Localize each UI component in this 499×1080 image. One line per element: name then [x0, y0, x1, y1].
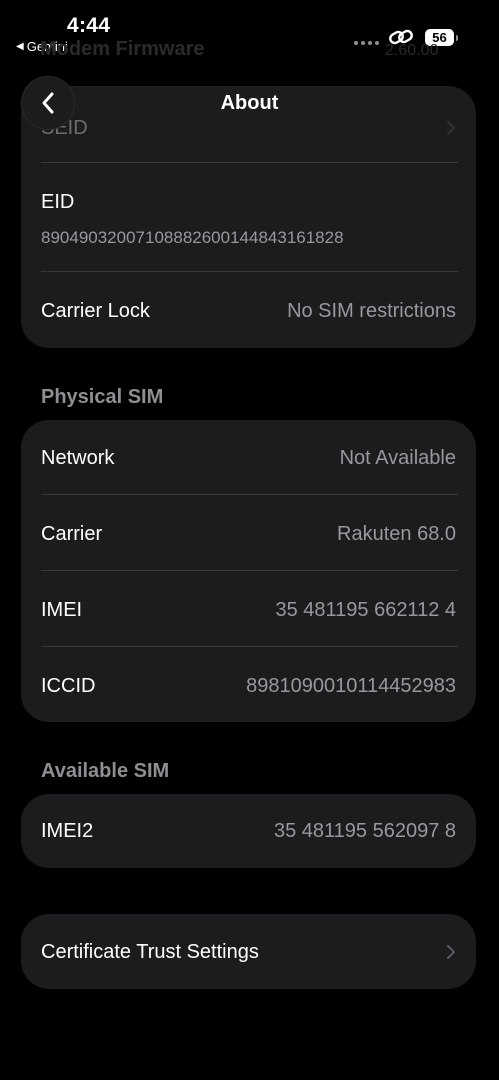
separator [41, 162, 458, 163]
imei2-value: 35 481195 562097 8 [273, 819, 456, 842]
iccid-label: ICCID [41, 674, 96, 697]
eid-value-row: 89049032007108882600144843161828 [41, 225, 456, 251]
iccid-row: ICCID 8981090010114452983 [41, 672, 456, 700]
eid-value: 89049032007108882600144843161828 [41, 228, 344, 247]
separator [41, 271, 458, 272]
carrier-lock-label: Carrier Lock [41, 299, 150, 322]
network-label: Network [41, 446, 115, 469]
separator [41, 494, 458, 495]
separator [41, 646, 458, 647]
available-sim-header: Available SIM [41, 760, 170, 782]
imei-value: 35 481195 662112 4 [275, 598, 456, 621]
sim-info-card: SEID EID 8904903200710888260014484316182… [21, 86, 476, 348]
chevron-right-icon [447, 945, 455, 959]
seid-row[interactable]: SEID [41, 114, 456, 142]
certificate-trust-settings-button[interactable]: Certificate Trust Settings [21, 914, 476, 989]
network-value: Not Available [339, 446, 456, 469]
status-time: 4:44 [67, 14, 111, 37]
back-triangle-icon: ◀ [16, 41, 24, 52]
imei-label: IMEI [41, 598, 83, 621]
separator [41, 570, 458, 571]
eid-label: EID [41, 190, 75, 213]
carrier-label: Carrier [41, 522, 103, 545]
physical-sim-card: Network Not Available Carrier Rakuten 68… [21, 420, 476, 722]
certificate-label: Certificate Trust Settings [41, 940, 259, 963]
carrier-lock-value: No SIM restrictions [287, 299, 456, 322]
certificate-row: Certificate Trust Settings [41, 938, 456, 966]
network-row: Network Not Available [41, 444, 456, 472]
carrier-row: Carrier Rakuten 68.0 [41, 520, 456, 548]
signal-dots-icon [354, 41, 379, 45]
imei2-label: IMEI2 [41, 819, 94, 842]
imei-row: IMEI 35 481195 662112 4 [41, 596, 456, 624]
imei2-row: IMEI2 35 481195 562097 8 [41, 817, 456, 845]
physical-sim-header: Physical SIM [41, 386, 164, 408]
iccid-value: 8981090010114452983 [246, 674, 456, 697]
page-title: About [220, 92, 279, 114]
carrier-lock-row: Carrier Lock No SIM restrictions [41, 297, 456, 325]
available-sim-card: IMEI2 35 481195 562097 8 [21, 794, 476, 868]
carrier-value: Rakuten 68.0 [337, 522, 456, 545]
chevron-right-icon [447, 121, 455, 135]
eid-label-row: EID [41, 188, 456, 216]
scrolled-row-value: 2.60.00 [385, 42, 439, 59]
scrolled-row-label: Modem Firmware [40, 38, 205, 60]
